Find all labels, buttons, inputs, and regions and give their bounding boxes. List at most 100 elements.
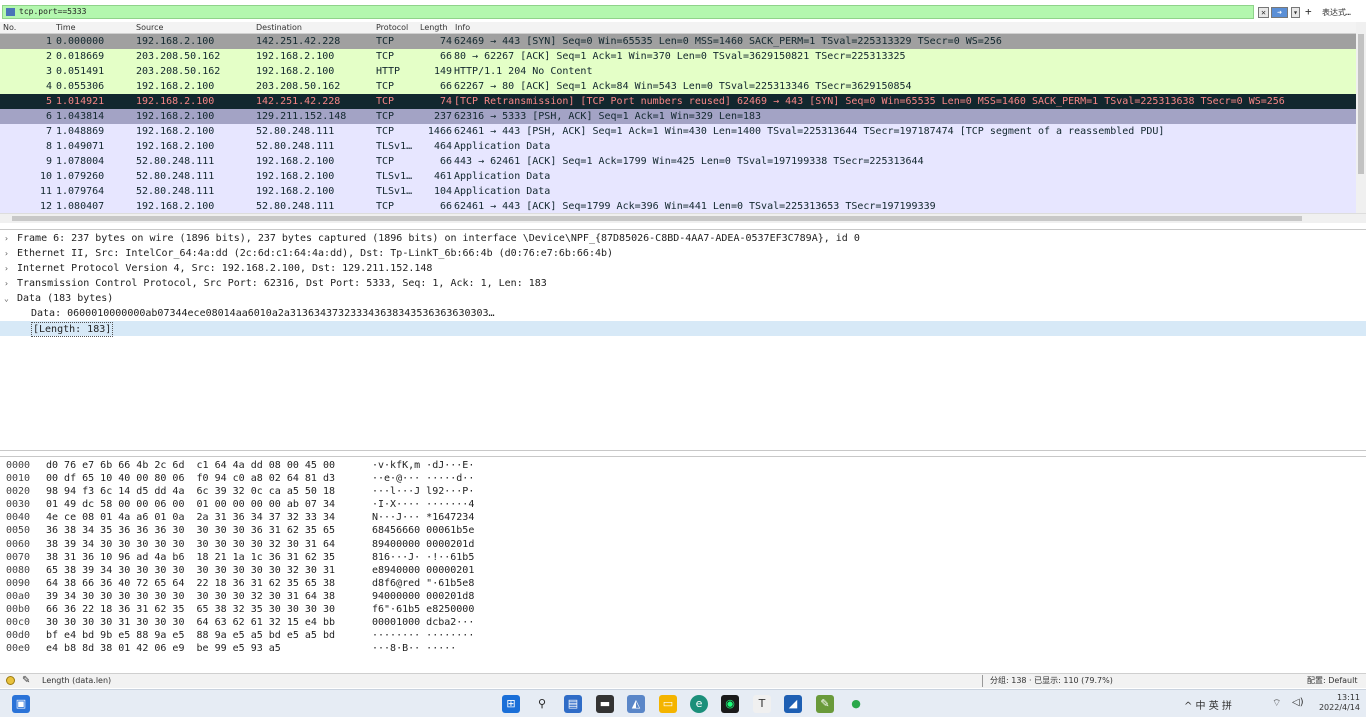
packet-protocol: TCP — [376, 36, 395, 47]
bytes-row[interactable]: 0010 00 df 65 10 40 00 80 06 f0 94 c0 a8 … — [0, 472, 1366, 485]
app-icon[interactable]: ◉ — [721, 695, 739, 713]
collapsed-arrow-icon[interactable]: › — [4, 276, 9, 291]
system-tray[interactable]: ^ 中 英 拼 — [1184, 697, 1232, 712]
bytes-hex: 39 34 30 30 30 30 30 30 30 30 30 32 30 3… — [46, 590, 335, 602]
packet-protocol: TCP — [376, 201, 395, 212]
packet-list-horizontal-scrollbar[interactable] — [0, 213, 1366, 223]
packet-protocol: TCP — [376, 126, 395, 137]
packet-row[interactable]: 5 1.014921 192.168.2.100 142.251.42.228 TCP 7… — [0, 94, 1356, 109]
wechat-icon[interactable]: ● — [847, 695, 865, 713]
packet-destination: 52.80.248.111 — [256, 141, 335, 152]
packet-row[interactable]: 12 1.080407 192.168.2.100 52.80.248.111 TCP 6… — [0, 199, 1356, 213]
packet-row[interactable]: 7 1.048869 192.168.2.100 52.80.248.111 TCP 14… — [0, 124, 1356, 139]
expert-info-icon[interactable] — [6, 676, 15, 685]
detail-tree-item[interactable]: › Internet Protocol Version 4, Src: 192.1… — [0, 261, 1366, 276]
typora-icon[interactable]: T — [753, 695, 771, 713]
display-filter-text[interactable]: tcp.port==5333 — [19, 7, 86, 16]
packet-time: 1.049071 — [56, 141, 105, 152]
detail-tree-item[interactable]: Data: 0600010000000ab07344ece08014aa6010… — [0, 306, 1366, 321]
volume-icon[interactable]: ◁) — [1292, 697, 1304, 708]
detail-tree-item[interactable]: ⌄ Data (183 bytes) — [0, 291, 1366, 306]
packet-row[interactable]: 9 1.078004 52.80.248.111 192.168.2.100 TCP 66… — [0, 154, 1356, 169]
expression-button[interactable]: 表达式… — [1322, 7, 1351, 18]
bytes-row[interactable]: 0020 98 94 f3 6c 14 d5 dd 4a 6c 39 32 0c … — [0, 485, 1366, 498]
add-filter-button[interactable]: + — [1305, 5, 1312, 18]
packet-row[interactable]: 4 0.055306 192.168.2.100 203.208.50.162 TCP 6… — [0, 79, 1356, 94]
column-header-no[interactable]: No. — [3, 23, 16, 32]
packet-number: 2 — [45, 51, 52, 62]
packet-row[interactable]: 2 0.018669 203.208.50.162 192.168.2.100 TCP 6… — [0, 49, 1356, 64]
bytes-row[interactable]: 0000 d0 76 e7 6b 66 4b 2c 6d c1 64 4a dd … — [0, 459, 1366, 472]
collapsed-arrow-icon[interactable]: › — [4, 246, 9, 261]
packet-row[interactable]: 8 1.049071 192.168.2.100 52.80.248.111 TLSv1… — [0, 139, 1356, 154]
bytes-hex: 64 38 66 36 40 72 65 64 22 18 36 31 62 3… — [46, 577, 335, 589]
detail-tree-item[interactable]: › Ethernet II, Src: IntelCor_64:4a:dd (2c… — [0, 246, 1366, 261]
packet-info: 62469 → 443 [SYN] Seq=0 Win=65535 Len=0 … — [454, 36, 1002, 47]
start-icon[interactable]: ⊞ — [502, 695, 520, 713]
bytes-hex: 30 30 30 30 31 30 30 30 64 63 62 61 32 1… — [46, 617, 335, 629]
bytes-row[interactable]: 00e0 e4 b8 8d 38 01 42 06 e9 be 99 e5 93 … — [0, 642, 1366, 655]
packet-length: 74 — [439, 96, 452, 107]
file-explorer-icon[interactable]: ▭ — [659, 695, 677, 713]
bytes-hex: 4e ce 08 01 4a a6 01 0a 2a 31 36 34 37 3… — [46, 512, 335, 524]
terminal-icon[interactable]: ▬ — [596, 695, 614, 713]
bytes-row[interactable]: 00a0 39 34 30 30 30 30 30 30 30 30 30 32 … — [0, 590, 1366, 603]
profile-text[interactable]: 配置: Default — [1307, 674, 1357, 688]
bytes-row[interactable]: 00b0 66 36 22 18 36 31 62 35 65 38 32 35 … — [0, 603, 1366, 616]
bytes-offset: 00a0 — [6, 590, 31, 602]
collapsed-arrow-icon[interactable]: › — [4, 261, 9, 276]
packet-number: 9 — [45, 156, 52, 167]
edge-browser-icon[interactable]: e — [690, 695, 708, 713]
packet-list-vertical-scrollbar[interactable] — [1356, 22, 1366, 213]
packet-count-text: 分组: 138 · 已显示: 110 (79.7%) — [990, 676, 1113, 685]
detail-tree-item[interactable]: [Length: 183] — [0, 321, 1366, 337]
packet-info: 80 → 62267 [ACK] Seq=1 Ack=1 Win=370 Len… — [454, 51, 906, 62]
bytes-row[interactable]: 0090 64 38 66 36 40 72 65 64 22 18 36 31 … — [0, 577, 1366, 590]
packet-row[interactable]: 11 1.079764 52.80.248.111 192.168.2.100 TLSv… — [0, 184, 1356, 199]
column-header-time[interactable]: Time — [56, 23, 76, 32]
detail-tree-item[interactable]: › Frame 6: 237 bytes on wire (1896 bits),… — [0, 231, 1366, 246]
bytes-row[interactable]: 0030 01 49 dc 58 00 00 06 00 01 00 00 00 … — [0, 498, 1366, 511]
bytes-row[interactable]: 00d0 bf e4 bd 9b e5 88 9a e5 88 9a e5 a5 … — [0, 629, 1366, 642]
packet-row[interactable]: 10 1.079260 52.80.248.111 192.168.2.100 TLSv… — [0, 169, 1356, 184]
bytes-offset: 00c0 — [6, 617, 31, 629]
packet-row[interactable]: 1 0.000000 192.168.2.100 142.251.42.228 TCP 7… — [0, 34, 1356, 49]
column-header-protocol[interactable]: Protocol — [376, 23, 408, 32]
photos-icon[interactable]: ◭ — [627, 695, 645, 713]
network-icon[interactable]: ⌔ — [1272, 697, 1281, 710]
editor-icon[interactable]: ✎ — [816, 695, 834, 713]
bytes-row[interactable]: 0060 38 39 34 30 30 30 30 30 30 30 30 30 … — [0, 538, 1366, 551]
display-filter-input[interactable]: tcp.port==5333 — [2, 5, 1254, 19]
bytes-offset: 0080 — [6, 564, 31, 576]
clear-filter-button[interactable]: ✕ — [1258, 7, 1269, 18]
bytes-row[interactable]: 0050 36 38 34 35 36 36 36 30 30 30 30 36 … — [0, 524, 1366, 537]
packet-row[interactable]: 3 0.051491 203.208.50.162 192.168.2.100 HTTP… — [0, 64, 1356, 79]
filter-history-dropdown[interactable]: ▾ — [1291, 7, 1300, 18]
bytes-row[interactable]: 00c0 30 30 30 30 31 30 30 30 64 63 62 61 … — [0, 616, 1366, 629]
collapsed-arrow-icon[interactable]: › — [4, 231, 9, 246]
detail-tree-text: Transmission Control Protocol, Src Port:… — [17, 278, 547, 289]
store-icon[interactable]: ▤ — [564, 695, 582, 713]
show-desktop-icon[interactable]: ▣ — [12, 695, 30, 713]
bytes-row[interactable]: 0040 4e ce 08 01 4a a6 01 0a 2a 31 36 34 … — [0, 511, 1366, 524]
scrollbar-thumb[interactable] — [1358, 34, 1364, 174]
packet-time: 0.000000 — [56, 36, 105, 47]
bytes-row[interactable]: 0070 38 31 36 10 96 ad 4a b6 18 21 1a 1c … — [0, 551, 1366, 564]
search-icon[interactable]: ⚲ — [533, 695, 551, 713]
apply-filter-button[interactable]: ➜ — [1271, 7, 1288, 18]
expanded-arrow-icon[interactable]: ⌄ — [4, 291, 9, 306]
wireshark-icon[interactable]: ◢ — [784, 695, 802, 713]
detail-tree-item[interactable]: › Transmission Control Protocol, Src Port… — [0, 276, 1366, 291]
column-header-length[interactable]: Length — [420, 23, 448, 32]
packet-destination: 129.211.152.148 — [256, 111, 347, 122]
column-header-source[interactable]: Source — [136, 23, 163, 32]
column-header-destination[interactable]: Destination — [256, 23, 302, 32]
column-header-info[interactable]: Info — [455, 23, 470, 32]
bookmark-icon[interactable] — [6, 8, 15, 16]
edit-comment-icon[interactable]: ✎ — [22, 674, 30, 688]
bytes-offset: 0030 — [6, 499, 31, 511]
bytes-row[interactable]: 0080 65 38 39 34 30 30 30 30 30 30 30 30 … — [0, 564, 1366, 577]
packet-row[interactable]: 6 1.043814 192.168.2.100 129.211.152.148 TCP… — [0, 109, 1356, 124]
taskbar-clock[interactable]: 13:11 2022/4/14 — [1316, 693, 1360, 713]
scrollbar-thumb[interactable] — [12, 216, 1302, 221]
